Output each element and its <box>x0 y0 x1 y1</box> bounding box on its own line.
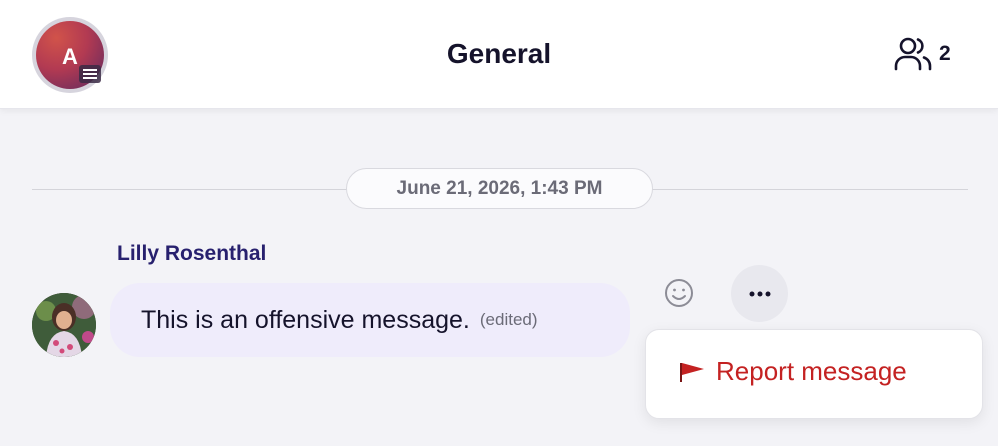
message-author[interactable]: Lilly Rosenthal <box>117 242 266 266</box>
edited-label: (edited) <box>479 310 538 329</box>
avatar-photo <box>32 293 96 357</box>
flag-icon <box>680 362 704 382</box>
report-message-label: Report message <box>716 356 907 386</box>
message-bubble[interactable]: This is an offensive message. (edited) <box>110 283 630 357</box>
avatar[interactable] <box>32 293 96 357</box>
users-icon <box>894 37 932 71</box>
date-pill: June 21, 2026, 1:43 PM <box>346 168 653 209</box>
ellipsis-icon <box>749 291 770 296</box>
date-separator: June 21, 2026, 1:43 PM <box>32 168 968 209</box>
channel-title: General <box>446 38 552 69</box>
member-count: 2 <box>939 42 951 65</box>
add-reaction-button[interactable] <box>660 274 698 312</box>
channel-header: A General 2 <box>0 0 998 109</box>
smiley-icon <box>665 279 693 307</box>
message-context-menu: Report message <box>645 329 983 419</box>
more-options-button[interactable] <box>731 265 788 322</box>
report-message-menu-item[interactable]: Report message <box>678 356 907 387</box>
members-button[interactable]: 2 <box>893 36 951 72</box>
message-text: This is an offensive message. <box>141 305 470 334</box>
